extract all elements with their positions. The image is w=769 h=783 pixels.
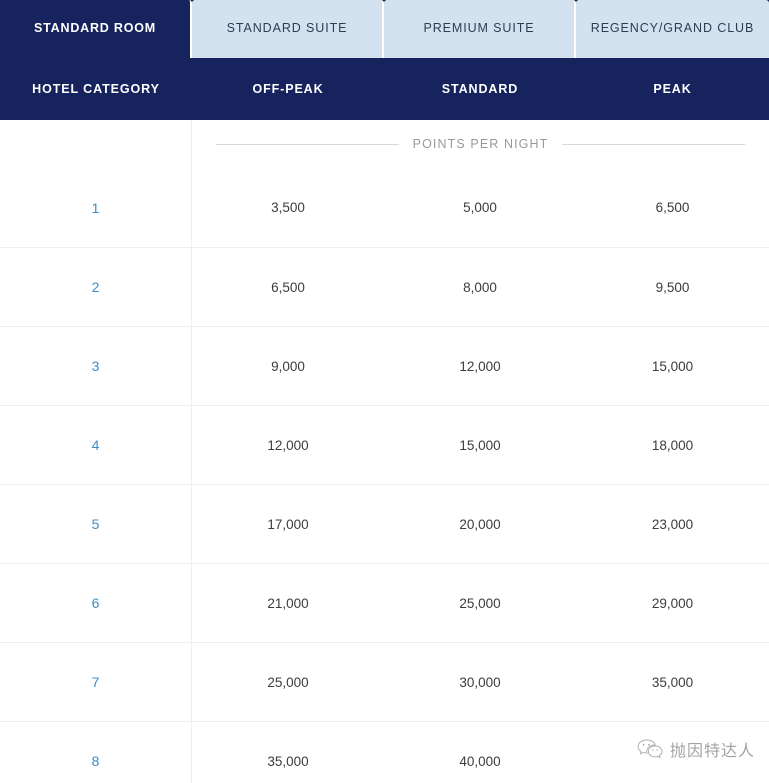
tab-regency-grand-club[interactable]: REGENCY/GRAND CLUB [576,0,769,58]
cell-category: 3 [0,327,192,405]
cell-off-peak: 25,000 [267,674,309,690]
cell-peak: 6,500 [655,200,690,215]
table-column-header: HOTEL CATEGORY OFF-PEAK STANDARD PEAK [0,58,769,120]
cell-off-peak: 17,000 [267,516,309,532]
table-row: 3 9,000 12,000 15,000 [0,326,769,405]
points-band-spacer [0,120,192,168]
cell-standard: 15,000 [459,437,501,453]
cell-peak: 35,000 [651,674,694,690]
cell-category: 4 [0,406,192,484]
column-header-peak: PEAK [653,82,692,96]
cell-peak [576,722,769,783]
cell-standard: 25,000 [459,595,501,611]
cell-off-peak: 35,000 [267,753,309,769]
rule-right [562,143,746,145]
table-row: 5 17,000 20,000 23,000 [0,484,769,563]
tab-premium-suite[interactable]: PREMIUM SUITE [384,0,576,58]
cell-category: 7 [0,643,192,721]
cell-off-peak: 12,000 [267,437,309,453]
cell-off-peak: 6,500 [271,279,305,295]
points-per-night-band: POINTS PER NIGHT [0,120,769,168]
table-row: 8 35,000 40,000 [0,721,769,783]
cell-peak: 15,000 [651,358,694,374]
cell-standard: 8,000 [463,279,497,295]
award-chart-rows: 1 3,500 5,000 6,500 2 6,500 8,000 9,500 … [0,168,769,783]
cell-standard: 20,000 [459,516,501,532]
column-header-off-peak: OFF-PEAK [252,82,324,96]
cell-standard: 5,000 [463,200,497,215]
tab-standard-suite[interactable]: STANDARD SUITE [192,0,384,58]
cell-off-peak: 9,000 [271,358,305,374]
points-per-night-label: POINTS PER NIGHT [412,137,549,151]
table-row: 7 25,000 30,000 35,000 [0,642,769,721]
table-row: 1 3,500 5,000 6,500 [0,168,769,247]
cell-peak: 9,500 [655,279,690,295]
cell-category: 6 [0,564,192,642]
cell-standard: 40,000 [459,753,501,769]
cell-off-peak: 21,000 [267,595,309,611]
table-row: 6 21,000 25,000 29,000 [0,563,769,642]
cell-peak: 23,000 [651,516,694,532]
tab-standard-room[interactable]: STANDARD ROOM [0,0,192,58]
rule-left [216,143,399,145]
cell-category: 1 [0,168,192,247]
cell-category: 2 [0,248,192,326]
cell-standard: 12,000 [459,358,501,374]
cell-category: 5 [0,485,192,563]
table-row: 4 12,000 15,000 18,000 [0,405,769,484]
award-chart-widget: STANDARD ROOM STANDARD SUITE PREMIUM SUI… [0,0,769,783]
cell-category: 8 [0,722,192,783]
cell-peak: 29,000 [651,595,694,611]
column-header-hotel-category: HOTEL CATEGORY [32,82,160,96]
column-header-standard: STANDARD [441,82,519,96]
cell-off-peak: 3,500 [271,200,305,215]
table-row: 2 6,500 8,000 9,500 [0,247,769,326]
room-type-tabs: STANDARD ROOM STANDARD SUITE PREMIUM SUI… [0,0,769,58]
cell-standard: 30,000 [459,674,501,690]
cell-peak: 18,000 [651,437,694,453]
points-band-content: POINTS PER NIGHT [192,120,769,168]
